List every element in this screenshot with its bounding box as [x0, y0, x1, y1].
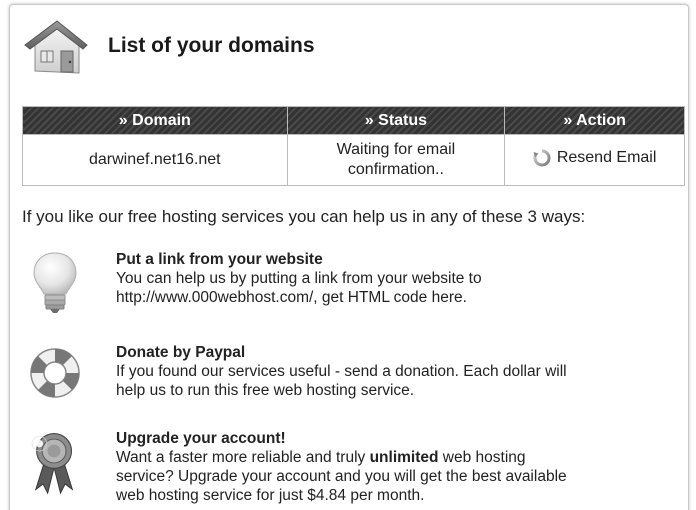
domain-cell: darwinef.net16.net [22, 134, 288, 186]
help-option-desc-pre: Want a faster more reliable and truly [116, 449, 370, 466]
help-option-title[interactable]: Upgrade your account! [116, 429, 656, 448]
lightbulb-icon [33, 252, 77, 313]
table-row: darwinef.net16.net Waiting for email con… [22, 134, 685, 186]
help-option-text: Donate by Paypal If you found our servic… [116, 343, 656, 400]
action-cell: Resend Email [504, 134, 685, 186]
help-option-desc-line2[interactable]: http://www.000webhost.com/, get HTML cod… [116, 288, 656, 307]
domains-table: » Domain » Status » Action darwinef.net1… [22, 106, 685, 186]
help-option-upgrade: Upgrade your account! Want a faster more… [22, 429, 682, 509]
help-option-donate: Donate by Paypal If you found our servic… [22, 343, 682, 409]
refresh-icon [533, 149, 551, 166]
help-option-title[interactable]: Donate by Paypal [116, 343, 656, 362]
help-intro-text: If you like our free hosting services yo… [22, 207, 586, 226]
help-option-text: Upgrade your account! Want a faster more… [116, 429, 656, 505]
resend-email-label: Resend Email [556, 148, 657, 166]
column-header-status[interactable]: » Status [286, 106, 506, 135]
column-header-action[interactable]: » Action [504, 106, 685, 135]
award-ribbon-icon [31, 433, 74, 495]
house-icon [24, 20, 88, 74]
help-option-desc-line2: help us to run this free web hosting ser… [116, 382, 415, 399]
help-option-link: Put a link from your website You can hel… [22, 250, 682, 320]
table-header-row: » Domain » Status » Action [22, 106, 685, 135]
help-option-desc-line1: You can help us by putting a link from y… [116, 270, 482, 287]
unlimited-emphasis: unlimited [369, 449, 439, 466]
help-option-desc-line1: If you found our services useful - send … [116, 363, 567, 380]
help-option-desc-line1: Want a faster more reliable and truly un… [116, 448, 656, 467]
status-cell: Waiting for email confirmation.. [286, 134, 506, 186]
help-option-title[interactable]: Put a link from your website [116, 250, 656, 269]
help-option-desc-post: web hosting [438, 449, 526, 466]
help-option-desc-line3: web hosting service for just $4.84 per m… [116, 487, 425, 504]
column-header-domain[interactable]: » Domain [22, 106, 288, 135]
help-option-desc-line2[interactable]: service? Upgrade your account and you wi… [116, 467, 656, 486]
page-header: List of your domains [21, 15, 581, 83]
lifebuoy-icon [30, 348, 80, 398]
page-title: List of your domains [108, 34, 315, 57]
help-option-text: Put a link from your website You can hel… [116, 250, 656, 307]
resend-email-button[interactable]: Resend Email [533, 148, 657, 168]
